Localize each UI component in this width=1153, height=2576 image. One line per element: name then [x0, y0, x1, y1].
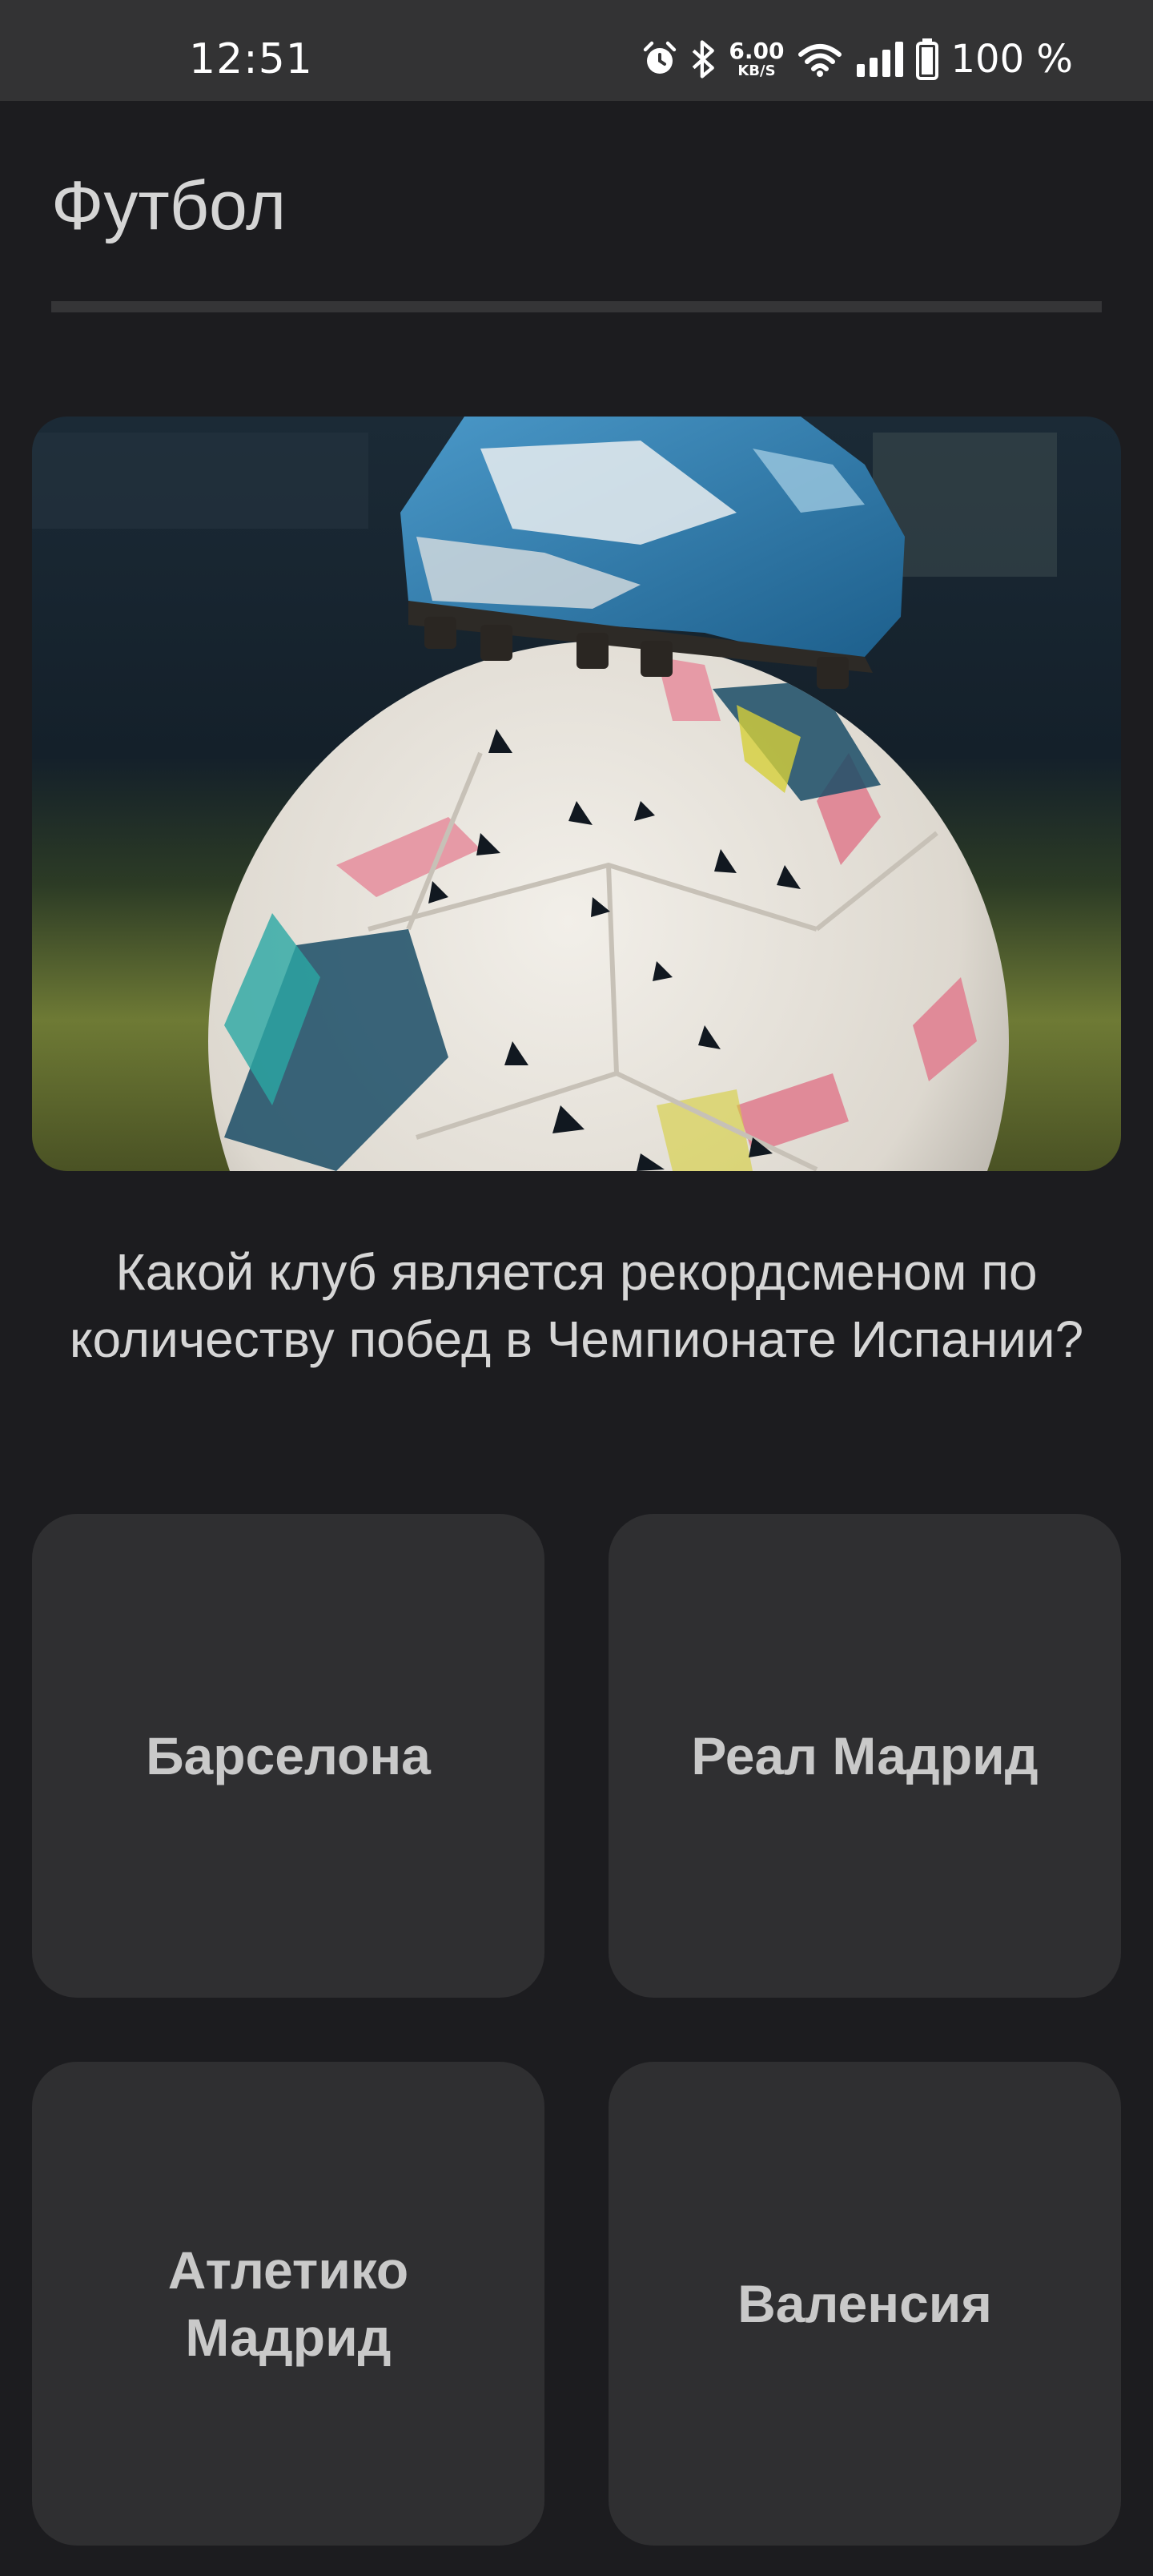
page-title: Футбол — [51, 167, 287, 244]
battery-icon — [915, 38, 938, 80]
question-text: Какой клуб является рекордсменом по коли… — [69, 1243, 1084, 1368]
status-bar: 12:51 6.00 KB/S 100 % — [0, 0, 1153, 101]
answer-label-1: Барселона — [146, 1726, 431, 1785]
status-time: 12:51 — [189, 35, 313, 83]
net-speed: 6.00 KB/S — [729, 40, 784, 78]
alarm-icon — [644, 41, 677, 74]
signal-icon — [856, 42, 903, 77]
wifi-icon — [797, 44, 842, 77]
battery-percent: 100 % — [950, 37, 1073, 82]
net-speed-value: 6.00 — [729, 38, 785, 64]
bluetooth-icon — [693, 40, 715, 78]
answer-label-4: Валенсия — [737, 2274, 992, 2333]
answer-button-1[interactable]: Барселона — [32, 1514, 544, 1998]
title-divider — [51, 301, 1102, 312]
answer-button-3[interactable]: Атлетико Мадрид — [32, 2062, 544, 2546]
answer-button-4[interactable]: Валенсия — [609, 2062, 1121, 2546]
answer-button-2[interactable]: Реал Мадрид — [609, 1514, 1121, 1998]
status-icons: 6.00 KB/S 100 % — [641, 35, 1073, 83]
net-speed-unit: KB/S — [737, 62, 776, 79]
soccer-ball-photo — [32, 417, 1121, 1171]
answer-label-2: Реал Мадрид — [691, 1726, 1039, 1785]
hero-image — [32, 417, 1121, 1171]
answer-label-3: Атлетико Мадрид — [167, 2240, 409, 2367]
